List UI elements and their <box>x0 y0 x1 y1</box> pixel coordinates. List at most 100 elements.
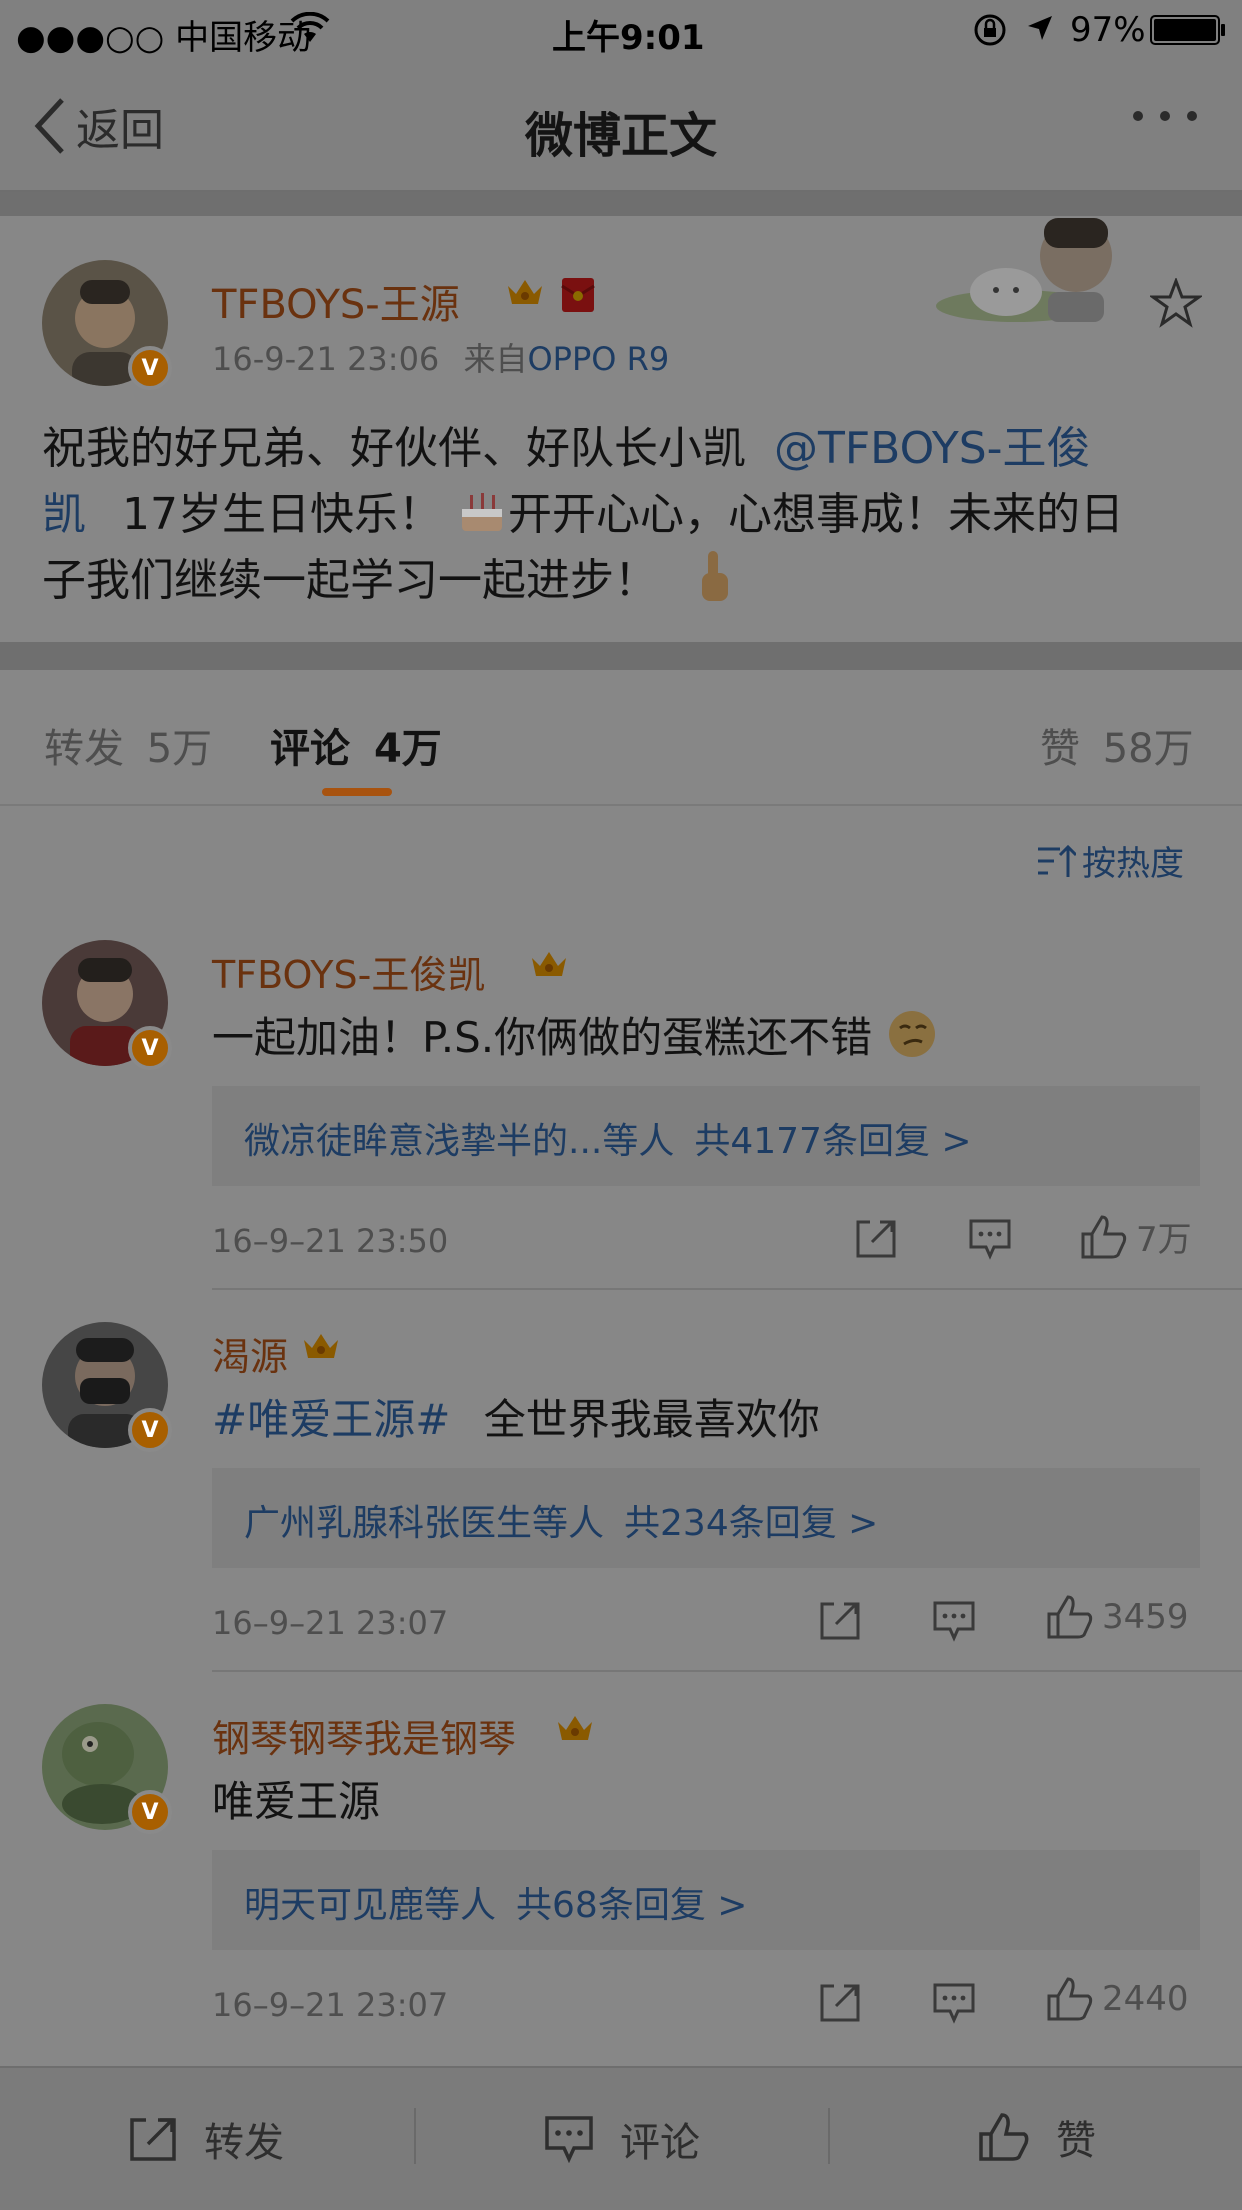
like-button[interactable]: 赞 <box>978 2108 1096 2166</box>
post-tabs: 转发 5万 评论 4万 赞 58万 <box>0 670 1242 806</box>
reply-names: 明天可见鹿等人 <box>244 1885 497 1926</box>
page-title: 微博正文 <box>524 108 717 164</box>
share-icon[interactable] <box>818 1600 862 1640</box>
sort-icon <box>1038 844 1076 877</box>
comment-time: 16–9–21 23:07 <box>212 1986 449 2024</box>
comment-item: V 钢琴钢琴我是钢琴 唯爱王源 明天可见鹿等人 共68条回复 > 16–9–21 … <box>0 1698 1242 2054</box>
more-button[interactable] <box>1128 106 1202 130</box>
comment-button[interactable]: 评论 <box>544 2110 700 2168</box>
thumbs-up-icon <box>979 2113 1029 2161</box>
nav-bar: 返回 微博正文 <box>0 64 1242 192</box>
like-button[interactable]: 7万 <box>1080 1212 1192 1261</box>
post-author-name[interactable]: TFBOYS-王源 <box>212 272 460 330</box>
carrier-label: ●●●○○ 中国移动 <box>16 18 312 58</box>
sort-button[interactable]: 按热度 <box>1036 836 1184 885</box>
cake-emoji-icon <box>462 493 502 531</box>
tab-repost-count: 5万 <box>146 726 213 772</box>
separator <box>0 192 1242 216</box>
comment-time: 16–9–21 23:07 <box>212 1604 449 1642</box>
like-button[interactable]: 2440 <box>1046 1976 1189 2022</box>
like-button[interactable]: 3459 <box>1046 1594 1189 1640</box>
battery-icon <box>1150 14 1226 55</box>
status-time: 上午9:01 <box>552 18 705 58</box>
post-meta: 16-9-21 23:06 来自OPPO R9 <box>212 334 669 380</box>
sort-label: 按热度 <box>1082 844 1184 884</box>
repost-label: 转发 <box>204 2120 284 2166</box>
red-envelope-icon <box>561 278 595 312</box>
like-label: 赞 <box>1056 2118 1096 2164</box>
hashtag-link[interactable]: #唯爱王源# <box>212 1395 450 1444</box>
post-body: 祝我的好兄弟、好伙伴、好队长小凯 @TFBOYS-王俊 凯 17岁生日快乐！ 开… <box>42 416 1202 614</box>
separator <box>0 642 1242 670</box>
location-icon <box>1024 12 1056 53</box>
mention-link[interactable]: @TFBOYS-王俊 <box>774 423 1091 474</box>
share-icon[interactable] <box>854 1218 898 1258</box>
post-text-line2b: 开开心心，心想事成！未来的日 <box>508 489 1124 540</box>
tab-comment-label: 评论 <box>270 726 350 772</box>
share-icon[interactable] <box>818 1982 862 2022</box>
tab-repost[interactable]: 转发 5万 <box>44 716 212 774</box>
comment-time: 16–9–21 23:50 <box>212 1222 449 1260</box>
source-prefix: 来自 <box>463 340 528 378</box>
comment-icon[interactable] <box>932 1982 976 2024</box>
tab-like-count: 58万 <box>1102 726 1194 772</box>
crown-icon <box>532 952 566 976</box>
commenter-name[interactable]: 渴源 <box>212 1326 288 1381</box>
comment-icon[interactable] <box>932 1600 976 1642</box>
smirk-emoji-icon <box>888 1011 935 1057</box>
comment-icon[interactable] <box>968 1218 1012 1260</box>
status-bar: ●●●○○ 中国移动 上午9:01 97% <box>0 0 1242 64</box>
reply-preview[interactable]: 广州乳腺科张医生等人 共234条回复 > <box>212 1468 1200 1568</box>
divider <box>828 2108 830 2164</box>
divider <box>212 1288 1242 1290</box>
reply-preview[interactable]: 明天可见鹿等人 共68条回复 > <box>212 1850 1200 1950</box>
tab-active-underline <box>322 788 392 796</box>
comment-item: V TFBOYS-王俊凯 一起加油！P.S.你俩做的蛋糕还不错 微凉徒眸意浅挚半… <box>0 934 1242 1290</box>
reply-preview[interactable]: 微凉徒眸意浅挚半的...等人 共4177条回复 > <box>212 1086 1200 1186</box>
wifi-icon <box>290 11 330 53</box>
like-count: 2440 <box>1102 1979 1189 2019</box>
commenter-name[interactable]: TFBOYS-王俊凯 <box>212 944 485 999</box>
thumbs-up-icon <box>1081 1214 1127 1258</box>
crown-icon <box>558 1716 592 1740</box>
post-datetime: 16-9-21 23:06 <box>212 340 440 378</box>
mention-link-cont[interactable]: 凯 <box>42 489 86 540</box>
comment-text: 唯爱王源 <box>212 1768 380 1829</box>
like-count: 7万 <box>1136 1220 1192 1260</box>
verified-badge-icon: V <box>128 1026 172 1070</box>
reply-count-link[interactable]: 共234条回复 > <box>624 1503 878 1544</box>
post-text-line1: 祝我的好兄弟、好伙伴、好队长小凯 <box>42 423 746 474</box>
post-text-line2: 17岁生日快乐！ <box>122 489 442 540</box>
commenter-name[interactable]: 钢琴钢琴我是钢琴 <box>212 1708 516 1763</box>
verified-badge-icon: V <box>128 1408 172 1452</box>
crown-icon <box>304 1334 338 1358</box>
crown-icon <box>508 280 542 304</box>
comment-text-content: 全世界我最喜欢你 <box>483 1395 820 1444</box>
verified-badge-icon: V <box>128 346 172 390</box>
post-card: V TFBOYS-王源 16-9-21 23:06 来自OPPO R9 祝我的好… <box>0 216 1242 642</box>
verified-badge-icon: V <box>128 1790 172 1834</box>
reply-names: 广州乳腺科张医生等人 <box>244 1503 605 1544</box>
thumbs-up-emoji-icon <box>702 551 728 601</box>
share-icon <box>130 2118 176 2161</box>
favorite-star-icon[interactable] <box>1150 278 1202 328</box>
tab-like[interactable]: 赞 58万 <box>1040 716 1194 774</box>
thumbs-up-icon <box>1047 1595 1093 1639</box>
rotation-lock-icon <box>972 12 1008 57</box>
repost-button[interactable]: 转发 <box>128 2110 284 2168</box>
comment-item: V 渴源 #唯爱王源# 全世界我最喜欢你 广州乳腺科张医生等人 共234条回复 >… <box>0 1316 1242 1672</box>
more-icon <box>1133 111 1197 121</box>
tab-comment[interactable]: 评论 4万 <box>270 716 442 774</box>
like-count: 3459 <box>1102 1597 1189 1637</box>
comment-label: 评论 <box>620 2120 700 2166</box>
battery-percent: 97% <box>1070 10 1146 50</box>
comment-text-content: 唯爱王源 <box>212 1777 381 1826</box>
tab-comment-count: 4万 <box>373 726 442 772</box>
post-source[interactable]: OPPO R9 <box>527 340 669 378</box>
reply-count-link[interactable]: 共68条回复 > <box>516 1885 747 1926</box>
decoration-card-art <box>936 216 1146 326</box>
bottom-action-bar: 转发 评论 赞 <box>0 2066 1242 2210</box>
reply-count-link[interactable]: 共4177条回复 > <box>694 1121 971 1162</box>
comment-icon <box>545 2116 593 2163</box>
tab-repost-label: 转发 <box>44 726 124 772</box>
